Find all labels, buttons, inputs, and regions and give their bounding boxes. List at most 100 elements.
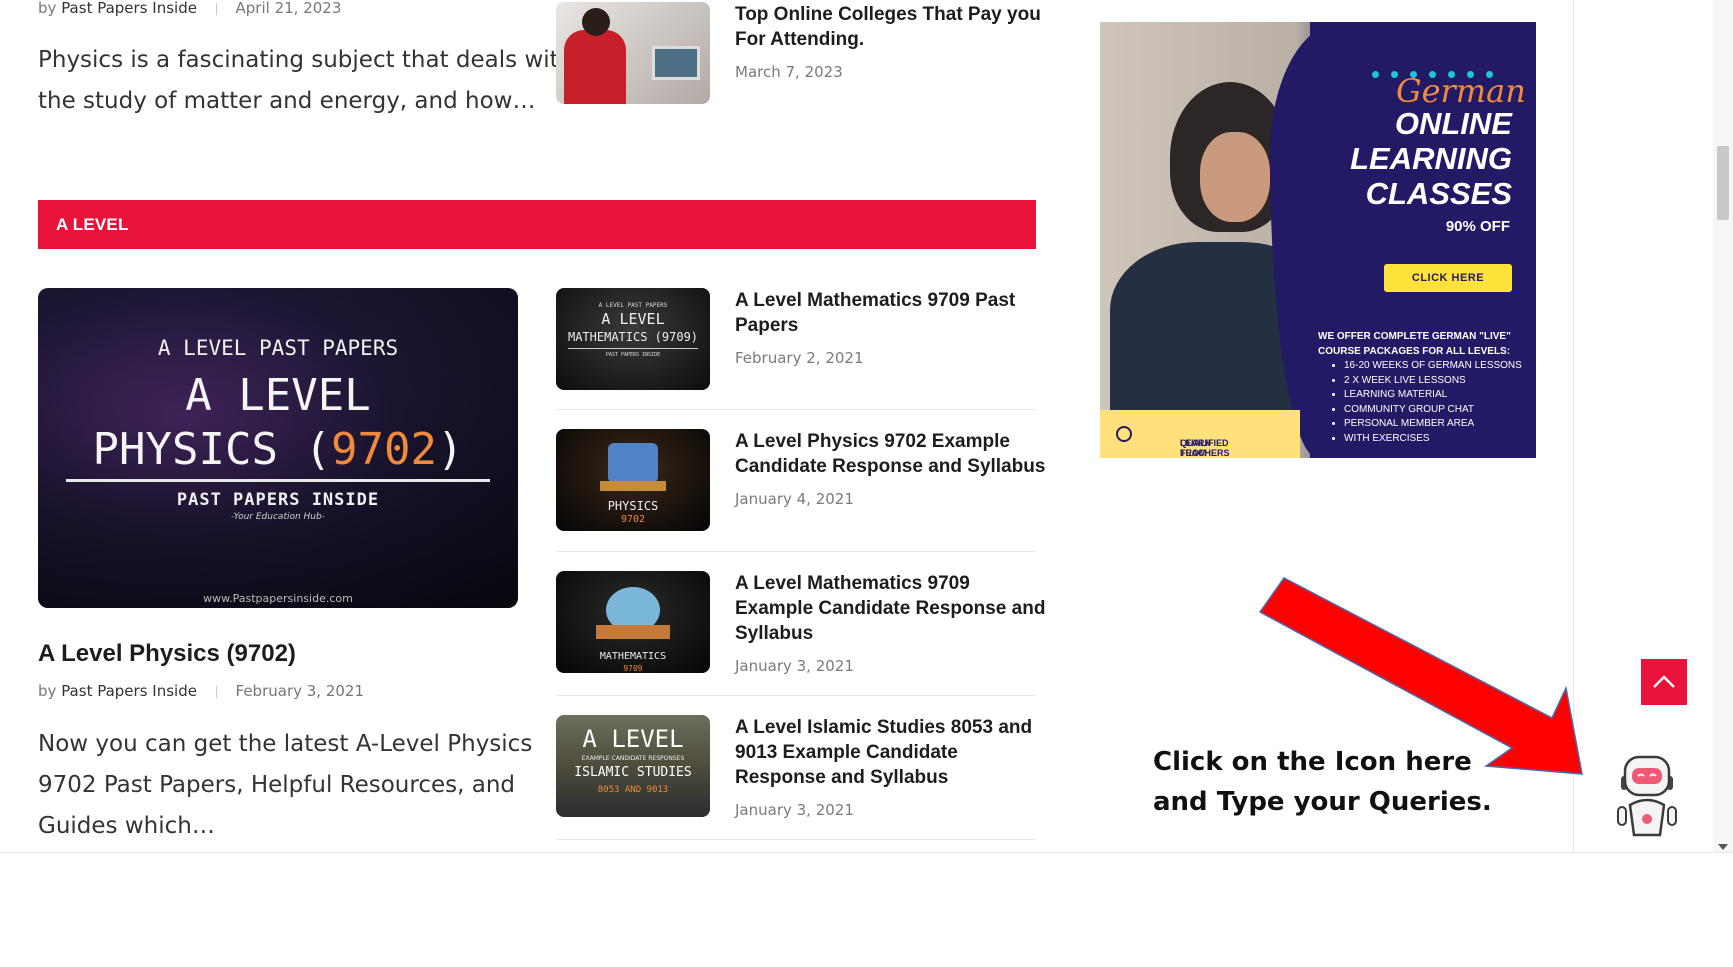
excerpt-line: Guides which… — [38, 813, 215, 839]
scroll-down-arrow-icon[interactable] — [1718, 844, 1728, 850]
post-title-link[interactable]: A Level Mathematics 9709 Example Candida… — [735, 571, 1045, 646]
title-line: Top Online Colleges That Pay you — [735, 4, 1041, 25]
list-divider — [556, 695, 1036, 696]
ad-list-heading: WE OFFER COMPLETE GERMAN "LIVE" — [1318, 331, 1511, 342]
thumb-caption: 8053 AND 9013 — [597, 785, 669, 795]
thumb-figure — [564, 30, 626, 104]
title-line: Papers — [735, 315, 799, 336]
ad-list-heading: COURSE PACKAGES FOR ALL LEVELS: — [1318, 345, 1511, 357]
hint-line: Click on the Icon here — [1153, 747, 1472, 777]
ad-feature-list: WE OFFER COMPLETE GERMAN "LIVE" COURSE P… — [1318, 330, 1522, 446]
excerpt-line: 9702 Past Papers, Helpful Resources, and — [38, 772, 515, 798]
post-date: January 4, 2021 — [735, 490, 854, 508]
thumb-caption-line: PHYSICS (9702) — [38, 424, 518, 475]
excerpt-line: Physics is a fascinating subject that de… — [38, 47, 574, 73]
ad-list-item: PERSONAL MEMBER AREA — [1344, 417, 1522, 432]
thumb-caption: MATHEMATICS — [599, 651, 667, 662]
title-line: Response and Syllabus — [735, 767, 949, 788]
thumb-caption: PHYSICS — [607, 499, 659, 513]
title-line: Syllabus — [735, 623, 814, 644]
thumb-laptop — [652, 46, 700, 80]
title-line: A Level Physics 9702 Example — [735, 431, 1010, 452]
ad-script-title: German — [1396, 72, 1526, 110]
post-date: March 7, 2023 — [735, 63, 843, 81]
post-thumbnail[interactable]: A LEVEL PAST PAPERS A LEVEL MATHEMATICS … — [556, 288, 710, 390]
post-date: February 2, 2021 — [735, 349, 864, 367]
excerpt-line: Now you can get the latest A-Level Physi… — [38, 731, 533, 757]
featured-meta: by Past Papers Inside February 3, 2021 — [38, 682, 364, 700]
thumb-caption: PAST PAPERS INSIDE — [176, 490, 380, 510]
page-scrollbar[interactable] — [1713, 0, 1733, 852]
post-title-link[interactable]: Top Online Colleges That Pay you For Att… — [735, 2, 1041, 52]
title-line: A Level Mathematics 9709 Past — [735, 290, 1016, 311]
author-prefix: by — [38, 682, 57, 700]
thumb-caption: ISLAMIC STUDIES — [574, 765, 692, 780]
chevron-up-icon — [1653, 675, 1675, 688]
thumb-rule — [568, 348, 698, 349]
list-divider — [556, 839, 1036, 840]
list-divider — [556, 551, 1036, 552]
thumb-caption: PAST PAPERS INSIDE — [605, 352, 661, 358]
post-date: February 3, 2021 — [235, 682, 365, 700]
thumb-caption: A LEVEL — [185, 370, 371, 421]
post-title-link[interactable]: A Level Physics 9702 Example Candidate R… — [735, 429, 1045, 479]
thumb-caption: www.Pastpapersinside.com — [203, 592, 353, 605]
post-date: April 21, 2023 — [235, 0, 342, 17]
post-excerpt: Physics is a fascinating subject that de… — [38, 40, 573, 122]
ad-click-here-button[interactable]: CLICK HERE — [1384, 264, 1512, 292]
globe-icon — [1116, 426, 1132, 442]
thumb-caption: 9709 — [623, 664, 643, 673]
section-title[interactable]: A LEVEL — [56, 215, 129, 235]
scrollbar-thumb[interactable] — [1717, 146, 1729, 220]
thumb-caption-part: PHYSICS ( — [92, 424, 331, 475]
ad-list-item: LEARNING MATERIAL — [1344, 388, 1522, 403]
ad-photo-face — [1200, 132, 1270, 222]
section-header-a-level: A LEVEL — [38, 200, 1036, 249]
post-thumbnail[interactable]: MATHEMATICS 9709 — [556, 571, 710, 673]
post-date: January 3, 2021 — [735, 657, 854, 675]
post-title-link[interactable]: A Level Islamic Studies 8053 and 9013 Ex… — [735, 715, 1032, 790]
ad-list-item: COMMUNITY GROUP CHAT — [1344, 403, 1522, 418]
title-line: Example Candidate Response and — [735, 598, 1046, 619]
ad-list-item: WITH EXERCISES — [1344, 432, 1522, 447]
thumb-caption-code: 9702 — [330, 424, 437, 475]
robot-icon[interactable] — [1612, 749, 1682, 841]
chat-hint-text: Click on the Icon here and Type your Que… — [1153, 742, 1492, 822]
thumb-illustration-books — [596, 625, 670, 639]
thumb-illustration — [608, 443, 658, 483]
back-to-top-button[interactable] — [1641, 659, 1687, 705]
ad-headline: ONLINE — [1394, 106, 1512, 141]
thumb-caption: MATHEMATICS (9709) — [567, 330, 699, 344]
featured-thumbnail[interactable]: A LEVEL PAST PAPERS A LEVEL PHYSICS (970… — [38, 288, 518, 608]
post-thumbnail[interactable]: PHYSICS 9702 — [556, 429, 710, 531]
title-line: A Level Mathematics 9709 — [735, 573, 970, 594]
thumb-caption: A LEVEL — [582, 725, 684, 753]
thumb-rule — [66, 479, 490, 482]
hint-line: and Type your Queries. — [1153, 787, 1492, 817]
post-thumbnail[interactable] — [556, 2, 710, 104]
ad-teachers-line: QUALIFIED TEACHERS — [1180, 438, 1230, 458]
post-date: January 3, 2021 — [735, 801, 854, 819]
thumb-illustration-book — [600, 481, 666, 491]
thumb-caption-part: ) — [436, 424, 464, 475]
thumb-caption: A LEVEL — [601, 310, 665, 328]
author-link[interactable]: Past Papers Inside — [61, 0, 197, 17]
ad-discount: 90% OFF — [1445, 218, 1510, 235]
ad-teachers-strip: LEARN FROM USA QUALIFIED TEACHERS — [1100, 410, 1300, 458]
thumb-caption: -Your Education Hub- — [231, 512, 325, 522]
ad-banner-german-classes[interactable]: German ONLINE LEARNING CLASSES 90% OFF C… — [1100, 22, 1536, 458]
featured-title-link[interactable]: A Level Physics (9702) — [38, 640, 296, 668]
blank-bottom-area — [0, 852, 1733, 967]
thumb-caption: A LEVEL PAST PAPERS — [598, 302, 668, 309]
title-line: For Attending. — [735, 29, 865, 50]
meta-separator — [215, 2, 217, 15]
excerpt-line: the study of matter and energy, and how… — [38, 88, 536, 114]
post-title-link[interactable]: A Level Mathematics 9709 Past Papers — [735, 288, 1015, 338]
list-divider — [556, 409, 1036, 410]
title-line: 9013 Example Candidate — [735, 742, 958, 763]
post-thumbnail[interactable]: A LEVEL EXAMPLE CANDIDATE RESPONSES ISLA… — [556, 715, 710, 817]
author-link[interactable]: Past Papers Inside — [61, 682, 197, 700]
thumb-caption: 9702 — [620, 514, 646, 525]
thumb-caption: EXAMPLE CANDIDATE RESPONSES — [581, 755, 685, 762]
author-prefix: by — [38, 0, 57, 17]
